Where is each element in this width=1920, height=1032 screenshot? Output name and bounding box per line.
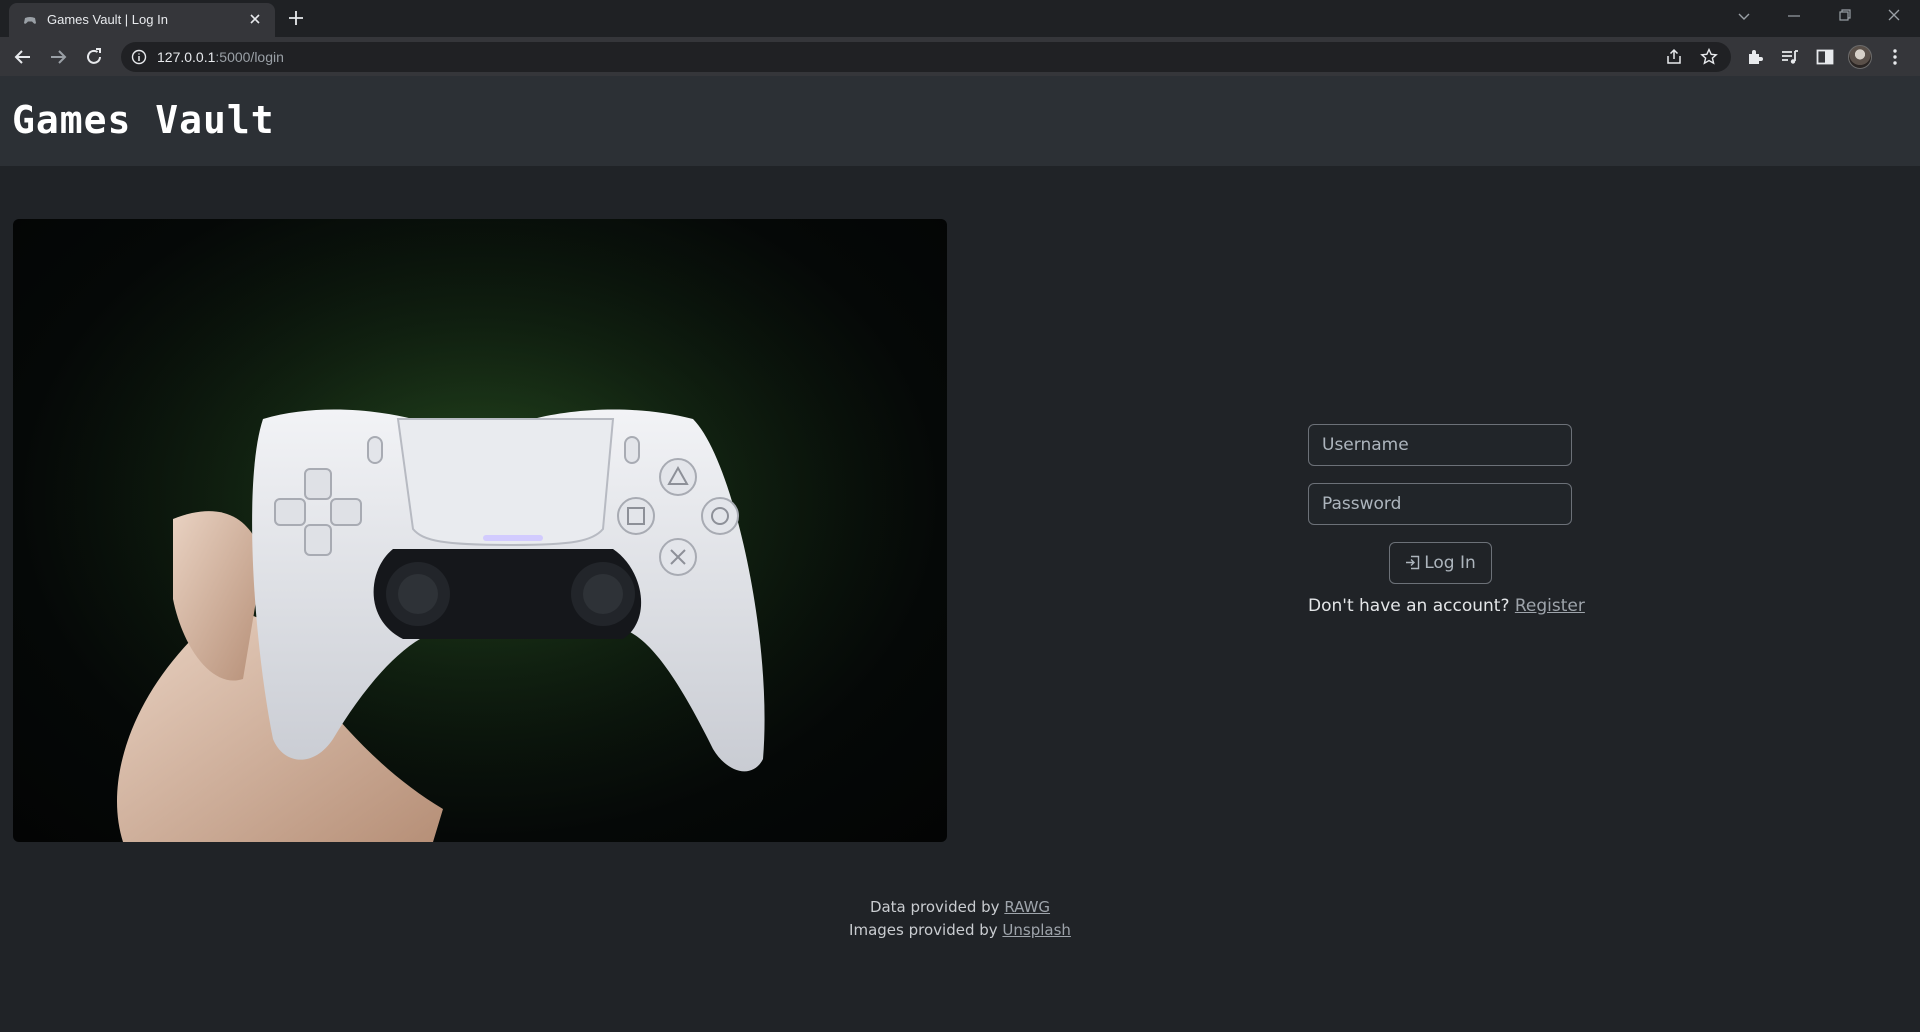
hero-controller-image	[13, 219, 947, 842]
browser-menu-icon[interactable]	[1884, 46, 1906, 68]
site-footer: Data provided by RAWG Images provided by…	[0, 896, 1920, 942]
minimize-icon[interactable]	[1782, 6, 1806, 26]
restore-icon[interactable]	[1832, 6, 1856, 26]
back-icon[interactable]	[12, 46, 34, 68]
reload-icon[interactable]	[83, 46, 105, 68]
new-tab-icon[interactable]	[286, 8, 306, 28]
login-form: Log In Don't have an account? Register	[1308, 424, 1585, 616]
tab-search-icon[interactable]	[1732, 6, 1756, 26]
extensions-icon[interactable]	[1744, 46, 1766, 68]
browser-tab-strip: Games Vault | Log In	[0, 0, 1920, 37]
browser-tab[interactable]: Games Vault | Log In	[9, 3, 275, 37]
url-text[interactable]: 127.0.0.1:5000/login	[157, 49, 284, 65]
password-input[interactable]	[1308, 483, 1572, 525]
login-icon	[1406, 555, 1420, 570]
login-button-label: Log In	[1424, 553, 1476, 573]
images-credit: Images provided by Unsplash	[0, 919, 1920, 942]
forward-icon[interactable]	[47, 46, 69, 68]
browser-toolbar: 127.0.0.1:5000/login	[0, 37, 1920, 76]
side-panel-icon[interactable]	[1814, 46, 1836, 68]
tab-title: Games Vault | Log In	[47, 12, 168, 27]
register-prompt-text: Don't have an account?	[1308, 596, 1510, 616]
close-tab-icon[interactable]	[247, 11, 263, 27]
address-bar[interactable]: 127.0.0.1:5000/login	[121, 42, 1731, 72]
login-button[interactable]: Log In	[1388, 542, 1492, 584]
bookmark-star-icon[interactable]	[1699, 47, 1719, 67]
url-path: :5000/login	[215, 49, 284, 65]
site-title[interactable]: Games Vault	[12, 98, 275, 142]
media-controls-icon[interactable]	[1779, 46, 1801, 68]
site-info-icon[interactable]	[131, 49, 147, 65]
share-icon[interactable]	[1664, 47, 1684, 67]
controller-illustration	[13, 219, 947, 842]
gamepad-favicon-icon	[24, 17, 36, 24]
images-credit-text: Images provided by	[849, 921, 998, 939]
close-window-icon[interactable]	[1882, 6, 1906, 26]
unsplash-link[interactable]: Unsplash	[1002, 921, 1071, 939]
register-link[interactable]: Register	[1515, 596, 1585, 616]
data-credit: Data provided by RAWG	[0, 896, 1920, 919]
register-prompt: Don't have an account? Register	[1308, 596, 1585, 616]
username-input[interactable]	[1308, 424, 1572, 466]
rawg-link[interactable]: RAWG	[1004, 898, 1050, 916]
profile-avatar[interactable]	[1848, 45, 1872, 69]
url-host: 127.0.0.1	[157, 49, 216, 65]
data-credit-text: Data provided by	[869, 898, 1000, 916]
site-header: Games Vault	[0, 76, 1920, 166]
